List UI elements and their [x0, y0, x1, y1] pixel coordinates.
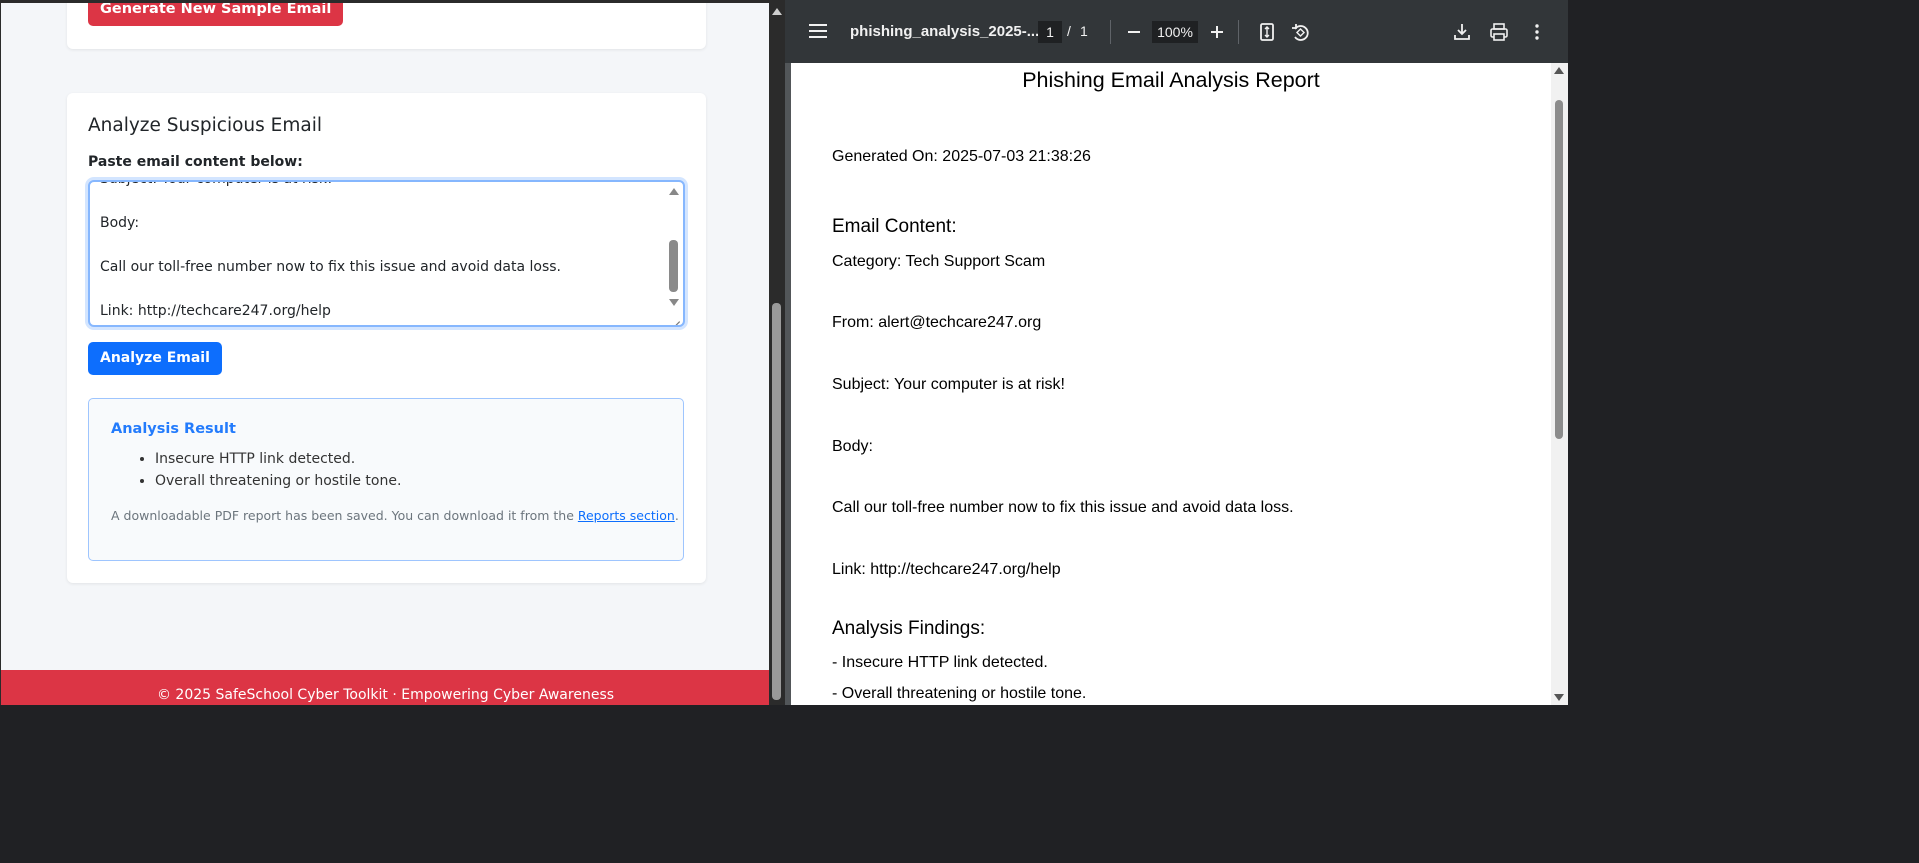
menu-icon[interactable] — [809, 24, 827, 38]
zoom-level-input[interactable]: 100% — [1152, 21, 1198, 43]
pdf-toolbar: phishing_analysis_2025-... 1 / 1 100% — [785, 0, 1568, 63]
email-textarea-content[interactable]: Subject: Your computer is at risk! Body:… — [100, 182, 660, 322]
analyze-email-button[interactable]: Analyze Email — [88, 342, 222, 375]
email-textarea[interactable]: Subject: Your computer is at risk! Body:… — [88, 180, 685, 327]
report-body-label: Body: — [832, 438, 873, 455]
footer: © 2025 SafeSchool Cyber Toolkit · Empowe… — [1, 670, 769, 705]
analysis-result-title: Analysis Result — [111, 421, 236, 437]
textarea-scrollbar[interactable] — [667, 184, 681, 324]
page-total: 1 — [1080, 23, 1088, 39]
zoom-out-icon[interactable] — [1123, 21, 1145, 43]
toolbar-divider — [1238, 20, 1239, 44]
rotate-icon[interactable] — [1289, 21, 1311, 43]
report-link: Link: http://techcare247.org/help — [832, 561, 1061, 578]
scroll-up-arrow-icon[interactable] — [772, 8, 782, 15]
textarea-scroll-thumb[interactable] — [669, 240, 678, 292]
page-separator: / — [1067, 23, 1071, 39]
scroll-up-arrow-icon[interactable] — [669, 188, 679, 195]
finding-item: Insecure HTTP link detected. — [155, 448, 401, 470]
page-number-input[interactable]: 1 — [1038, 21, 1062, 43]
sample-email-card: Generate New Sample Email — [67, 3, 706, 49]
resize-handle-icon[interactable] — [671, 313, 681, 323]
download-icon[interactable] — [1451, 21, 1473, 43]
more-options-icon[interactable] — [1526, 21, 1548, 43]
pdf-filename: phishing_analysis_2025-... — [850, 23, 1040, 40]
print-icon[interactable] — [1488, 21, 1510, 43]
report-body-text: Call our toll-free number now to fix thi… — [832, 499, 1294, 516]
report-from: From: alert@techcare247.org — [832, 314, 1042, 331]
report-finding-item: - Overall threatening or hostile tone. — [832, 685, 1087, 702]
pdf-scrollbar[interactable] — [1551, 63, 1568, 705]
web-app-pane: Generate New Sample Email Analyze Suspic… — [0, 0, 769, 705]
generate-sample-email-button[interactable]: Generate New Sample Email — [88, 3, 344, 26]
report-saved-note: A downloadable PDF report has been saved… — [111, 508, 679, 523]
scroll-down-arrow-icon[interactable] — [1554, 694, 1564, 701]
pdf-scroll-thumb[interactable] — [1555, 100, 1563, 439]
fit-page-icon[interactable] — [1256, 21, 1278, 43]
scroll-down-arrow-icon[interactable] — [669, 299, 679, 306]
findings-list: Insecure HTTP link detected. Overall thr… — [133, 448, 401, 492]
report-note-text: A downloadable PDF report has been saved… — [111, 508, 578, 523]
report-title: Phishing Email Analysis Report — [1022, 68, 1320, 92]
report-note-suffix: . — [674, 508, 679, 523]
analyze-title: Analyze Suspicious Email — [88, 115, 322, 136]
page-scroll-thumb[interactable] — [772, 303, 781, 700]
report-finding-item: - Insecure HTTP link detected. — [832, 654, 1048, 671]
zoom-in-icon[interactable] — [1206, 21, 1228, 43]
pdf-page: Phishing Email Analysis Report Generated… — [791, 63, 1551, 705]
analysis-result-box: Analysis Result Insecure HTTP link detec… — [88, 398, 684, 561]
page-scrollbar[interactable] — [769, 0, 785, 705]
email-content-heading: Email Content: — [832, 216, 957, 237]
reports-section-link[interactable]: Reports section — [578, 508, 675, 523]
paste-label: Paste email content below: — [88, 154, 303, 170]
report-generated-on: Generated On: 2025-07-03 21:38:26 — [832, 148, 1091, 165]
finding-item: Overall threatening or hostile tone. — [155, 470, 401, 492]
pdf-viewer: phishing_analysis_2025-... 1 / 1 100% Ph… — [785, 0, 1568, 705]
report-category: Category: Tech Support Scam — [832, 253, 1046, 270]
toolbar-divider — [1110, 20, 1111, 44]
scroll-up-arrow-icon[interactable] — [1554, 67, 1564, 74]
analysis-findings-heading: Analysis Findings: — [832, 618, 986, 639]
analyze-email-card: Analyze Suspicious Email Paste email con… — [67, 93, 706, 583]
report-subject: Subject: Your computer is at risk! — [832, 376, 1065, 393]
